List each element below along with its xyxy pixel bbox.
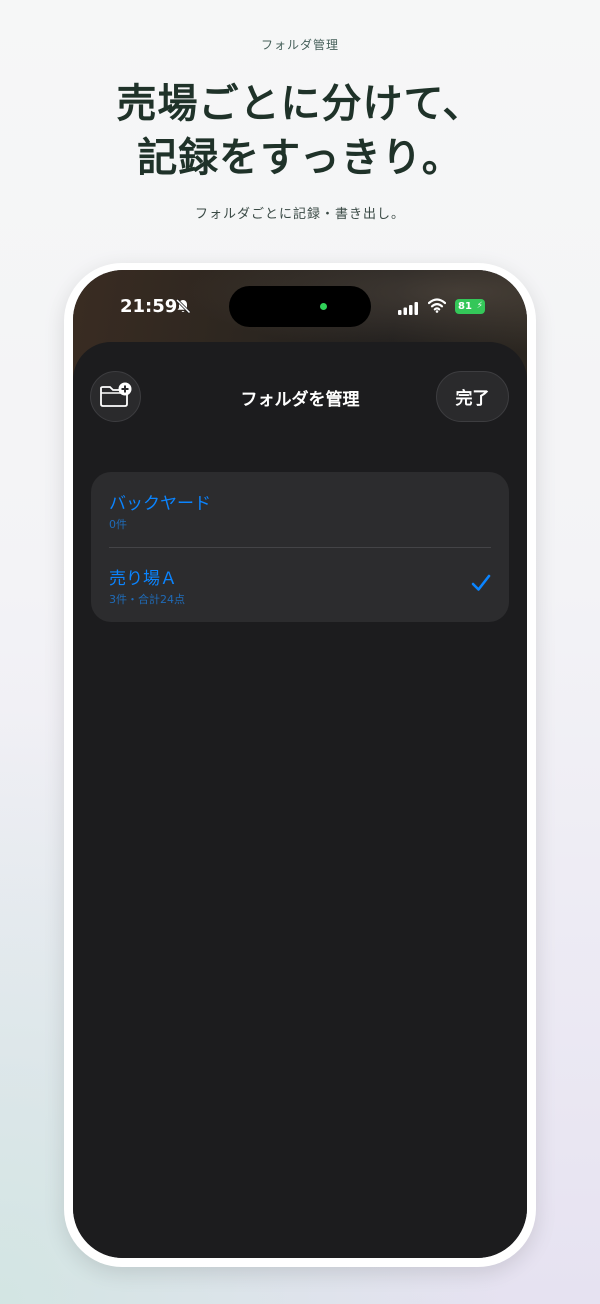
hero-title-line-2: 記録をすっきり。	[137, 135, 463, 181]
phone-frame: 21:59 81 ⚡ フォルダを管理 完了 バックヤード 0件 売り場Ａ 3件・…	[64, 263, 536, 1267]
hero-title-line-1: 売場ごとに分けて、	[116, 81, 484, 127]
hero: フォルダ管理 売場ごとに分けて、 記録をすっきり。 フォルダごとに記録・書き出し…	[0, 0, 600, 222]
phone-screen: 21:59 81 ⚡ フォルダを管理 完了 バックヤード 0件 売り場Ａ 3件・…	[73, 270, 527, 1258]
folder-name: 売り場Ａ	[109, 569, 177, 589]
charging-bolt-icon: ⚡	[476, 301, 483, 311]
status-time: 21:59	[120, 296, 178, 317]
folder-row-backyard[interactable]: バックヤード 0件	[91, 472, 509, 547]
dynamic-island	[229, 286, 371, 327]
status-bar: 21:59 81 ⚡	[73, 270, 527, 344]
wifi-icon	[427, 298, 447, 317]
bell-slash-icon	[175, 298, 191, 318]
hero-label: フォルダ管理	[260, 38, 339, 52]
done-button[interactable]: 完了	[436, 371, 509, 422]
folder-detail: 0件	[109, 518, 127, 531]
folder-list: バックヤード 0件 売り場Ａ 3件・合計24点	[91, 472, 509, 622]
hero-title: 売場ごとに分けて、 記録をすっきり。	[0, 77, 600, 185]
folder-row-sales-floor-a[interactable]: 売り場Ａ 3件・合計24点	[91, 547, 509, 622]
battery-level: 81	[458, 301, 472, 312]
camera-indicator-dot	[320, 303, 327, 310]
folder-manager-sheet: フォルダを管理 完了 バックヤード 0件 売り場Ａ 3件・合計24点	[73, 342, 527, 1258]
folder-name: バックヤード	[109, 494, 211, 514]
checkmark-icon	[471, 574, 491, 596]
hero-subtitle: フォルダごとに記録・書き出し。	[194, 207, 405, 222]
signal-icon	[398, 300, 420, 319]
folder-detail: 3件・合計24点	[109, 593, 185, 606]
battery-icon: 81 ⚡	[455, 299, 485, 314]
